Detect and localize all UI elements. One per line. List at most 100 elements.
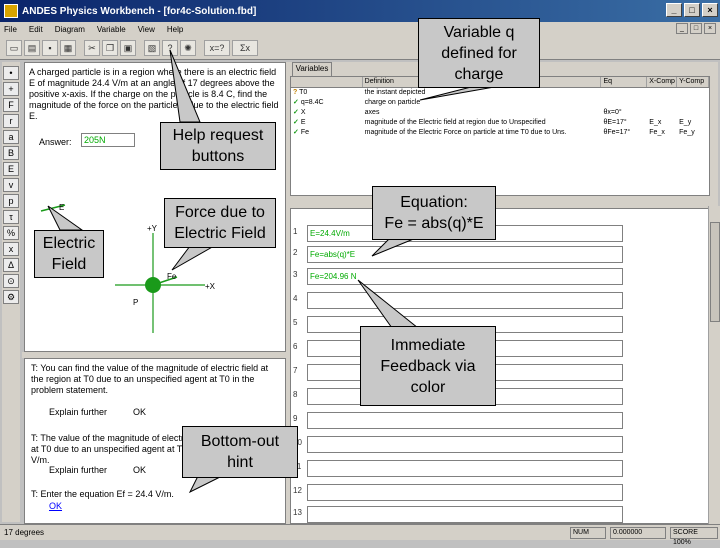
mdi-restore-button[interactable]: □ xyxy=(690,23,702,34)
window-title: ANDES Physics Workbench - [for4c-Solutio… xyxy=(22,5,257,17)
equation-field[interactable] xyxy=(307,292,623,309)
open-file-icon[interactable]: ▤ xyxy=(24,39,40,56)
position-tool-icon[interactable]: r xyxy=(3,114,19,128)
table-row[interactable]: ✓ q=8.4C charge on particle xyxy=(291,98,709,108)
bookmark-icon[interactable]: ▧ xyxy=(144,39,160,56)
equation-row[interactable]: 9 xyxy=(291,410,631,430)
table-row[interactable]: ✓ E magnitude of the Electric field at r… xyxy=(291,118,709,128)
variable-ycomp: E_y xyxy=(679,119,692,126)
x-axis-label: +X xyxy=(205,282,216,291)
equation-row[interactable]: 10 xyxy=(291,434,631,454)
equation-row[interactable]: 12 xyxy=(291,482,631,502)
force-tool-icon[interactable]: F xyxy=(3,98,19,112)
column-header[interactable]: Y-Comp xyxy=(677,77,709,87)
equation-row[interactable]: 3 Fe=204.96 N xyxy=(291,266,631,286)
variable-value: θFe=17° xyxy=(603,129,631,136)
save-icon[interactable]: ▪ xyxy=(42,39,58,56)
equation-number: 8 xyxy=(293,390,298,399)
column-header[interactable] xyxy=(291,77,363,87)
axes-tool-icon[interactable]: + xyxy=(3,82,19,96)
cut-icon[interactable]: ✂ xyxy=(84,39,100,56)
column-header[interactable]: X-Comp xyxy=(647,77,678,87)
callout-bottom-out-hint: Bottom-out hint xyxy=(182,426,298,478)
toolbar: ▭ ▤ ▪ ▦ ✂ ❐ ▣ ▧ ? ✺ x=? Σx xyxy=(0,36,720,60)
equation-field[interactable] xyxy=(307,484,623,501)
paste-icon[interactable]: ▣ xyxy=(120,39,136,56)
menu-file[interactable]: File xyxy=(4,25,17,34)
equation-field[interactable] xyxy=(307,436,623,453)
equation-field[interactable] xyxy=(307,412,623,429)
ok-link[interactable]: OK xyxy=(49,501,62,511)
e-field-label: E xyxy=(59,203,64,212)
column-header[interactable]: Eq xyxy=(601,77,648,87)
check-icon: ✓ xyxy=(293,99,299,106)
equation-number: 13 xyxy=(293,508,302,517)
new-file-icon[interactable]: ▭ xyxy=(6,39,22,56)
equation-field[interactable]: Fe=abs(q)*E xyxy=(307,246,623,263)
variable-value: θE=17° xyxy=(603,119,627,126)
equation-number: 7 xyxy=(293,366,298,375)
explain-further-link[interactable]: Explain further xyxy=(49,465,107,475)
acceleration-tool-icon[interactable]: a xyxy=(3,130,19,144)
tab-variables[interactable]: Variables xyxy=(292,62,332,76)
menu-bar: File Edit Diagram Variable View Help _ □… xyxy=(0,22,720,36)
menu-edit[interactable]: Edit xyxy=(29,25,43,34)
table-row[interactable]: ✓ Fe magnitude of the Electric Force on … xyxy=(291,128,709,138)
equation-field[interactable] xyxy=(307,506,623,523)
body-tool-icon[interactable]: • xyxy=(3,66,19,80)
explain-further-link[interactable]: Explain further xyxy=(49,407,107,417)
minimize-button[interactable]: _ xyxy=(666,3,682,17)
equation-field[interactable]: Fe=204.96 N xyxy=(307,268,623,285)
zoom-tool-icon[interactable]: % xyxy=(3,226,19,240)
sum-button[interactable]: Σx xyxy=(232,39,258,56)
status-bar: 17 degrees NUM 0.000000 SCORE 100% xyxy=(0,524,720,546)
angle-tool-icon[interactable]: Δ xyxy=(3,258,19,272)
variable-definition: the instant depicted xyxy=(364,89,426,96)
menu-variable[interactable]: Variable xyxy=(97,25,126,34)
callout-text: Force due to Electric Field xyxy=(174,204,266,242)
solve-variable-button[interactable]: x=? xyxy=(204,39,230,56)
pane-splitter[interactable] xyxy=(290,200,718,208)
variable-value xyxy=(602,98,648,108)
copy-icon[interactable]: ❐ xyxy=(102,39,118,56)
answer-field[interactable]: 205N xyxy=(81,133,135,147)
mdi-close-button[interactable]: × xyxy=(704,23,716,34)
maximize-button[interactable]: □ xyxy=(684,3,700,17)
close-button[interactable]: × xyxy=(702,3,718,17)
force-label: Fe xyxy=(167,272,177,281)
menu-view[interactable]: View xyxy=(138,25,155,34)
equation-row[interactable]: 2 Fe=abs(q)*E xyxy=(291,244,631,264)
variable-name: T0 xyxy=(299,89,308,96)
velocity-tool-icon[interactable]: v xyxy=(3,178,19,192)
mdi-minimize-button[interactable]: _ xyxy=(676,23,688,34)
value-indicator: 0.000000 xyxy=(610,527,666,539)
torque-tool-icon[interactable]: τ xyxy=(3,210,19,224)
help-request-icon[interactable]: ? xyxy=(162,39,178,56)
ok-link[interactable]: OK xyxy=(133,465,146,475)
print-icon[interactable]: ▦ xyxy=(60,39,76,56)
electric-field-tool-icon[interactable]: E xyxy=(3,162,19,176)
variable-ycomp: Fe_y xyxy=(679,129,695,136)
settings-tool-icon[interactable]: ⚙ xyxy=(3,290,19,304)
delete-tool-icon[interactable]: x xyxy=(3,242,19,256)
table-row[interactable]: ✓ X axes θx=0° xyxy=(291,108,709,118)
table-row[interactable]: ? T0 the instant depicted xyxy=(291,88,709,98)
menu-help[interactable]: Help xyxy=(167,25,183,34)
magnetic-field-tool-icon[interactable]: B xyxy=(3,146,19,160)
y-axis-label: +Y xyxy=(147,224,158,233)
variable-name: E xyxy=(300,119,306,126)
momentum-tool-icon[interactable]: p xyxy=(3,194,19,208)
equation-row[interactable]: 13 xyxy=(291,504,631,524)
equation-row[interactable]: 4 xyxy=(291,290,631,310)
equation-field[interactable] xyxy=(307,460,623,477)
callout-help-request: Help request buttons xyxy=(160,122,276,170)
menu-diagram[interactable]: Diagram xyxy=(55,25,85,34)
scrollbar-thumb[interactable] xyxy=(710,222,720,322)
ok-link[interactable]: OK xyxy=(133,407,146,417)
equation-row[interactable]: 11 xyxy=(291,458,631,478)
hint-lightbulb-icon[interactable]: ✺ xyxy=(180,39,196,56)
equation-scrollbar[interactable] xyxy=(708,206,720,524)
equation-number: 1 xyxy=(293,227,298,236)
clock-tool-icon[interactable]: ⊙ xyxy=(3,274,19,288)
particle-body[interactable] xyxy=(145,277,161,293)
